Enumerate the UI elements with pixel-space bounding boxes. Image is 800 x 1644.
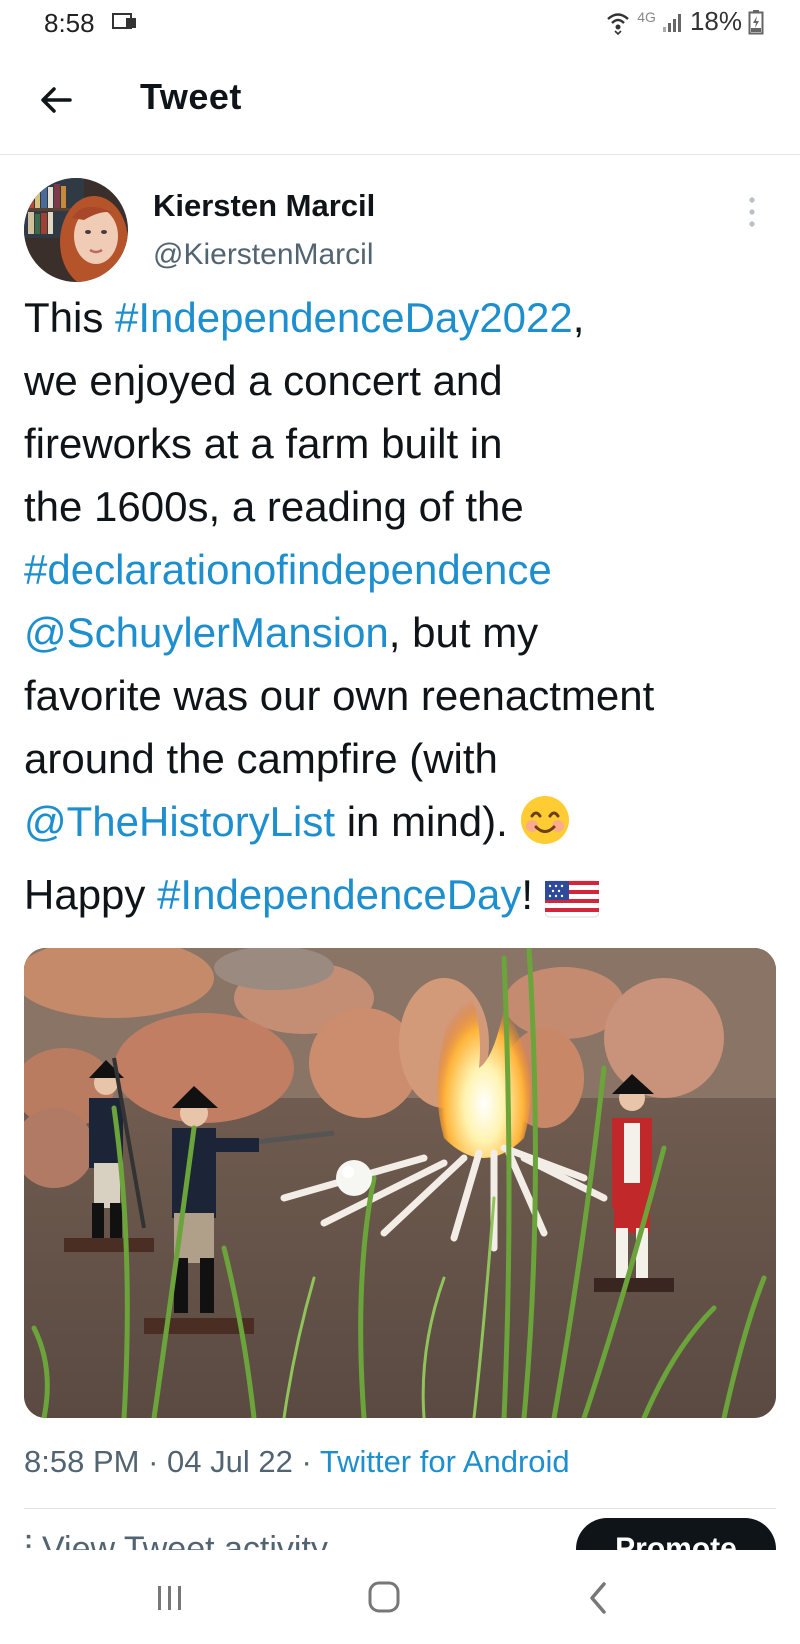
tweet-line: the 1600s, a reading of the — [24, 483, 524, 530]
tweet-text: This #IndependenceDay2022, we enjoyed a … — [24, 286, 784, 936]
text: Happy — [24, 871, 158, 918]
text: in mind). — [335, 798, 520, 845]
system-nav-bar — [0, 1550, 800, 1644]
bar-chart-icon: ⫶ — [24, 1530, 42, 1550]
campfire-photo — [24, 948, 776, 1418]
tweet-timestamp: 8:58 PM · 04 Jul 22 · Twitter for Androi… — [24, 1444, 570, 1480]
text: This — [24, 294, 116, 341]
tweet-time: 8:58 PM — [24, 1444, 140, 1479]
author-name[interactable]: Kiersten Marcil — [153, 188, 375, 224]
status-bar: 8:58 4G 18% — [0, 0, 800, 48]
smiling-face-emoji — [519, 794, 571, 863]
tweet-line: we enjoyed a concert and — [24, 357, 503, 404]
avatar[interactable] — [24, 178, 128, 282]
tweet-line: This #IndependenceDay2022, — [24, 286, 784, 349]
signal-icon — [662, 11, 684, 33]
arrow-left-icon[interactable] — [36, 80, 76, 120]
page-title: Tweet — [140, 76, 242, 117]
text: , — [572, 294, 585, 341]
activity-label: View Tweet activity — [41, 1530, 328, 1550]
battery-icon — [748, 9, 764, 35]
screen-icon — [112, 12, 138, 32]
text: ! — [521, 871, 545, 918]
promote-button[interactable]: Promote — [576, 1518, 776, 1550]
tweet-line: around the campfire (with — [24, 735, 498, 782]
separator: · — [292, 1444, 320, 1479]
tweet-media-image[interactable] — [24, 948, 776, 1418]
source-link[interactable]: Twitter for Android — [320, 1444, 570, 1479]
battery-percent: 18% — [689, 6, 742, 36]
top-app-bar: Tweet — [0, 48, 800, 155]
hashtag-link[interactable]: #declarationofindependence — [24, 546, 552, 593]
tweet-line: #declarationofindependence — [24, 538, 784, 601]
hashtag-link[interactable]: #IndependenceDay — [157, 871, 521, 918]
text: , but my — [388, 609, 539, 656]
tweet-line: favorite was our own reenactment — [24, 672, 655, 719]
promote-label: Promote — [576, 1518, 776, 1550]
divider — [24, 1508, 776, 1509]
hashtag-link[interactable]: #IndependenceDay2022 — [115, 294, 573, 341]
separator: · — [139, 1444, 168, 1479]
back-nav-icon[interactable] — [574, 1576, 622, 1620]
tweet-line: @TheHistoryList in mind). — [24, 790, 784, 863]
wifi-icon — [605, 9, 631, 35]
network-type: 4G — [637, 8, 656, 25]
us-flag-emoji — [544, 873, 600, 936]
tweet-line: Happy #IndependenceDay! — [24, 863, 784, 936]
tweet-line: fireworks at a farm built in — [24, 420, 503, 467]
recent-apps-icon[interactable] — [146, 1576, 194, 1620]
tweet-line: @SchuylerMansion, but my — [24, 601, 784, 664]
mention-link[interactable]: @SchuylerMansion — [24, 609, 389, 656]
status-time: 8:58 — [44, 8, 95, 38]
author-handle[interactable]: @KierstenMarcil — [153, 238, 374, 272]
mention-link[interactable]: @TheHistoryList — [24, 798, 335, 845]
more-vertical-icon[interactable] — [740, 192, 764, 232]
tweet-date: 04 Jul 22 — [167, 1444, 293, 1479]
home-icon[interactable] — [360, 1576, 408, 1620]
view-tweet-activity[interactable]: ⫶ View Tweet activity — [24, 1526, 444, 1550]
